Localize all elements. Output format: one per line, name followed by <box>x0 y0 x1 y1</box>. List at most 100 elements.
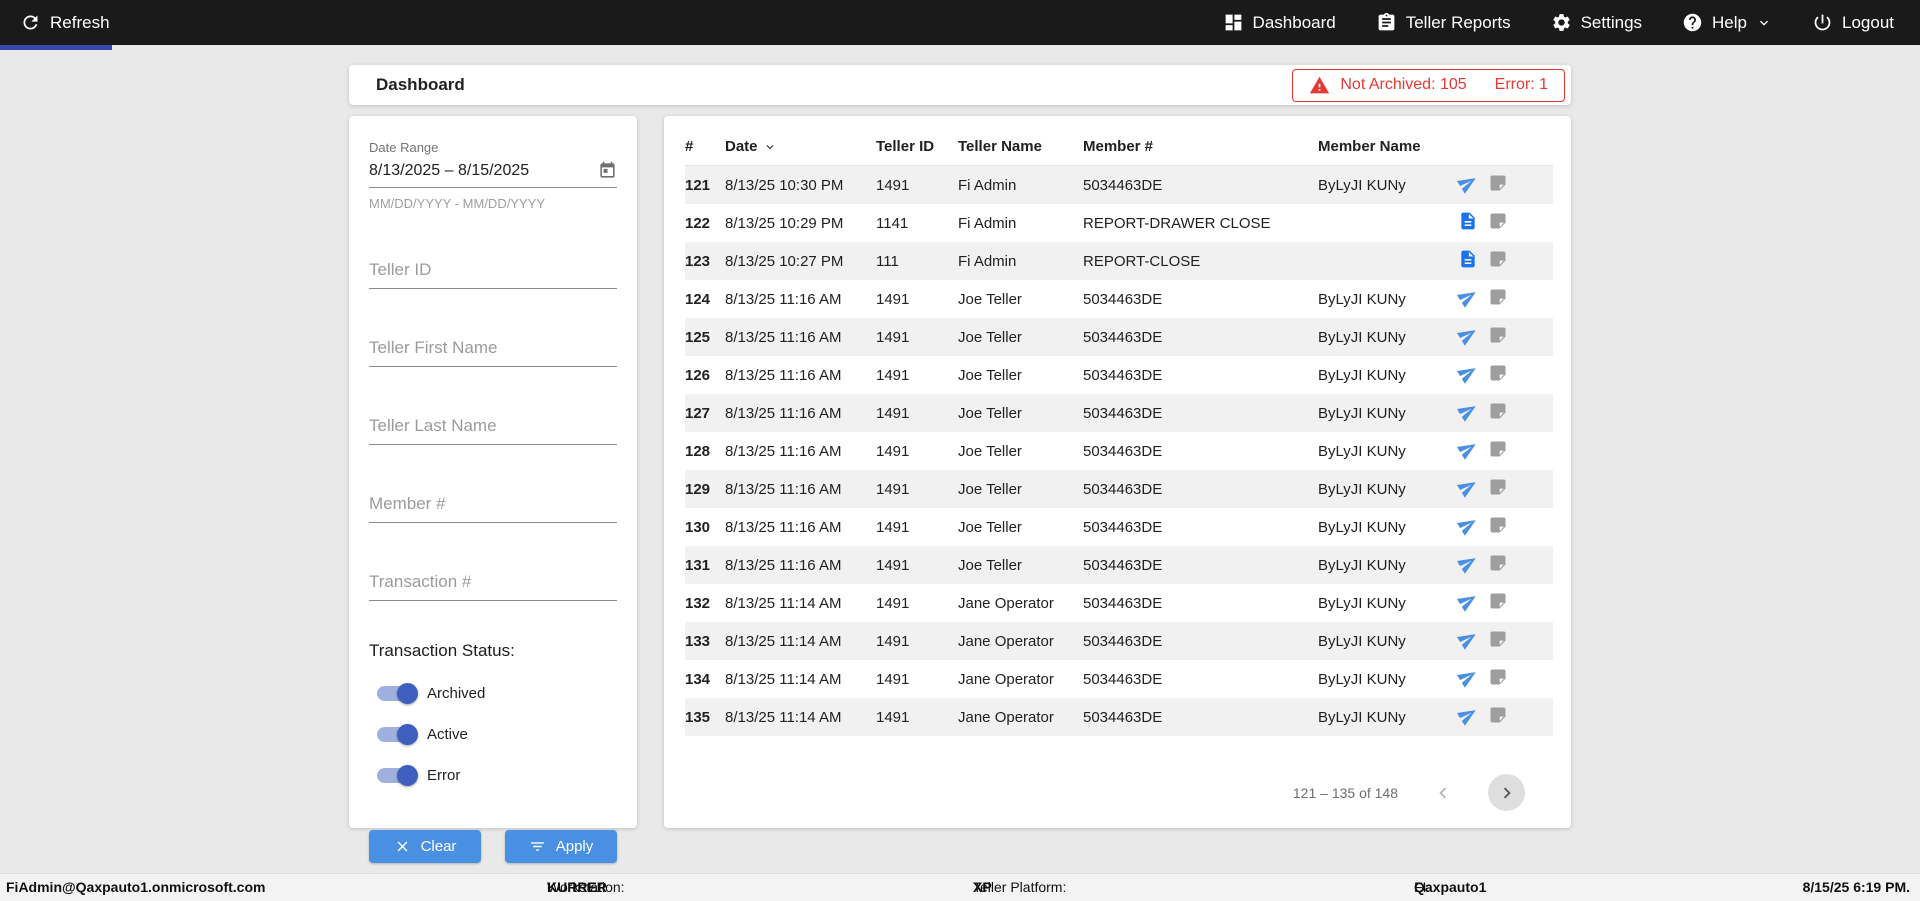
cell-teller-id: 1491 <box>876 366 910 384</box>
table-row[interactable]: 122 8/13/25 10:29 PM 1141 Fi Admin REPOR… <box>685 204 1553 242</box>
cell-date: 8/13/25 11:16 AM <box>725 442 842 460</box>
date-range-field[interactable] <box>369 157 617 188</box>
nav-logout[interactable]: Logout <box>1812 12 1894 33</box>
page-title: Dashboard <box>376 75 465 94</box>
cell-member-name: ByLyJI KUNy <box>1318 290 1406 308</box>
send-transaction-icon[interactable] <box>1456 705 1478 726</box>
refresh-button[interactable]: Refresh <box>20 12 110 33</box>
note-icon[interactable] <box>1488 667 1508 687</box>
error-count: Error: 1 <box>1494 76 1548 93</box>
date-range-input[interactable] <box>369 161 579 180</box>
send-transaction-icon[interactable] <box>1456 553 1478 574</box>
table-row[interactable]: 123 8/13/25 10:27 PM 111 Fi Admin REPORT… <box>685 242 1553 280</box>
table-row[interactable]: 132 8/13/25 11:14 AM 1491 Jane Operator … <box>685 584 1553 622</box>
table-row[interactable]: 133 8/13/25 11:14 AM 1491 Jane Operator … <box>685 622 1553 660</box>
report-document-icon[interactable] <box>1458 211 1478 231</box>
send-transaction-icon[interactable] <box>1456 667 1478 688</box>
nav-settings[interactable]: Settings <box>1551 12 1642 33</box>
cell-date: 8/13/25 11:16 AM <box>725 290 842 308</box>
cell-number: 125 <box>685 328 711 346</box>
table-row[interactable]: 126 8/13/25 11:16 AM 1491 Joe Teller 503… <box>685 356 1553 394</box>
refresh-label: Refresh <box>50 12 110 32</box>
column-teller-name[interactable]: Teller Name <box>958 138 1083 155</box>
cell-number: 134 <box>685 670 711 688</box>
teller-last-name-input[interactable] <box>369 411 617 445</box>
table-row[interactable]: 135 8/13/25 11:14 AM 1491 Jane Operator … <box>685 698 1553 736</box>
note-icon[interactable] <box>1488 439 1508 459</box>
send-transaction-icon[interactable] <box>1456 439 1478 460</box>
transaction-number-input[interactable] <box>369 567 617 601</box>
apply-button[interactable]: Apply <box>505 830 617 863</box>
note-icon[interactable] <box>1488 287 1508 307</box>
cell-teller-id: 1491 <box>876 670 910 688</box>
cell-number: 129 <box>685 480 711 498</box>
note-icon[interactable] <box>1488 211 1508 231</box>
teller-first-name-input[interactable] <box>369 333 617 367</box>
cell-number: 132 <box>685 594 711 612</box>
note-icon[interactable] <box>1488 553 1508 573</box>
cell-member-number: 5034463DE <box>1083 556 1163 574</box>
send-transaction-icon[interactable] <box>1456 477 1478 498</box>
send-transaction-icon[interactable] <box>1456 363 1478 384</box>
column-date[interactable]: Date <box>725 138 876 155</box>
note-icon[interactable] <box>1488 173 1508 193</box>
toggle-label: Archived <box>427 685 486 702</box>
column-teller-id[interactable]: Teller ID <box>876 138 958 155</box>
clear-button[interactable]: Clear <box>369 830 481 863</box>
send-transaction-icon[interactable] <box>1456 515 1478 536</box>
table-row[interactable]: 125 8/13/25 11:16 AM 1491 Joe Teller 503… <box>685 318 1553 356</box>
send-transaction-icon[interactable] <box>1456 629 1478 650</box>
nav-teller-reports[interactable]: Teller Reports <box>1376 12 1511 33</box>
table-row[interactable]: 130 8/13/25 11:16 AM 1491 Joe Teller 503… <box>685 508 1553 546</box>
toggle-error: Error <box>369 765 617 786</box>
note-icon[interactable] <box>1488 629 1508 649</box>
note-icon[interactable] <box>1488 591 1508 611</box>
note-icon[interactable] <box>1488 705 1508 725</box>
archive-alert-badge[interactable]: Not Archived: 105 Error: 1 <box>1292 68 1565 102</box>
previous-page-button[interactable] <box>1432 782 1454 804</box>
column-member-name[interactable]: Member Name <box>1318 138 1458 155</box>
column-number[interactable]: # <box>685 138 725 155</box>
cell-member-name: ByLyJI KUNy <box>1318 366 1406 384</box>
send-transaction-icon[interactable] <box>1456 591 1478 612</box>
cell-member-name: ByLyJI KUNy <box>1318 670 1406 688</box>
cell-member-number: 5034463DE <box>1083 404 1163 422</box>
cell-teller-id: 1491 <box>876 708 910 726</box>
table-row[interactable]: 127 8/13/25 11:16 AM 1491 Joe Teller 503… <box>685 394 1553 432</box>
cell-teller-name: Joe Teller <box>958 366 1022 384</box>
note-icon[interactable] <box>1488 325 1508 345</box>
table-row[interactable]: 128 8/13/25 11:16 AM 1491 Joe Teller 503… <box>685 432 1553 470</box>
teller-id-input[interactable] <box>369 255 617 289</box>
archived-toggle[interactable] <box>377 683 418 704</box>
cell-number: 133 <box>685 632 711 650</box>
active-toggle[interactable] <box>377 724 418 745</box>
cell-teller-id: 1491 <box>876 290 910 308</box>
table-row[interactable]: 129 8/13/25 11:16 AM 1491 Joe Teller 503… <box>685 470 1553 508</box>
error-toggle[interactable] <box>377 765 418 786</box>
calendar-icon[interactable] <box>598 161 617 180</box>
note-icon[interactable] <box>1488 363 1508 383</box>
cell-member-number: 5034463DE <box>1083 366 1163 384</box>
nav-label: Settings <box>1580 12 1643 32</box>
workstation-value: KURRER <box>547 879 607 895</box>
send-transaction-icon[interactable] <box>1456 287 1478 308</box>
send-transaction-icon[interactable] <box>1456 401 1478 422</box>
send-transaction-icon[interactable] <box>1456 173 1478 194</box>
table-row[interactable]: 131 8/13/25 11:16 AM 1491 Joe Teller 503… <box>685 546 1553 584</box>
send-transaction-icon[interactable] <box>1456 325 1478 346</box>
nav-help[interactable]: Help <box>1682 12 1772 33</box>
note-icon[interactable] <box>1488 249 1508 269</box>
note-icon[interactable] <box>1488 477 1508 497</box>
table-row[interactable]: 134 8/13/25 11:14 AM 1491 Jane Operator … <box>685 660 1553 698</box>
next-page-button[interactable] <box>1488 774 1525 811</box>
column-member-number[interactable]: Member # <box>1083 138 1318 155</box>
cell-teller-name: Joe Teller <box>958 442 1022 460</box>
table-row[interactable]: 124 8/13/25 11:16 AM 1491 Joe Teller 503… <box>685 280 1553 318</box>
note-icon[interactable] <box>1488 401 1508 421</box>
cell-number: 124 <box>685 290 711 308</box>
nav-dashboard[interactable]: Dashboard <box>1223 12 1336 33</box>
table-row[interactable]: 121 8/13/25 10:30 PM 1491 Fi Admin 50344… <box>685 166 1553 204</box>
note-icon[interactable] <box>1488 515 1508 535</box>
report-document-icon[interactable] <box>1458 249 1478 269</box>
member-number-input[interactable] <box>369 489 617 523</box>
